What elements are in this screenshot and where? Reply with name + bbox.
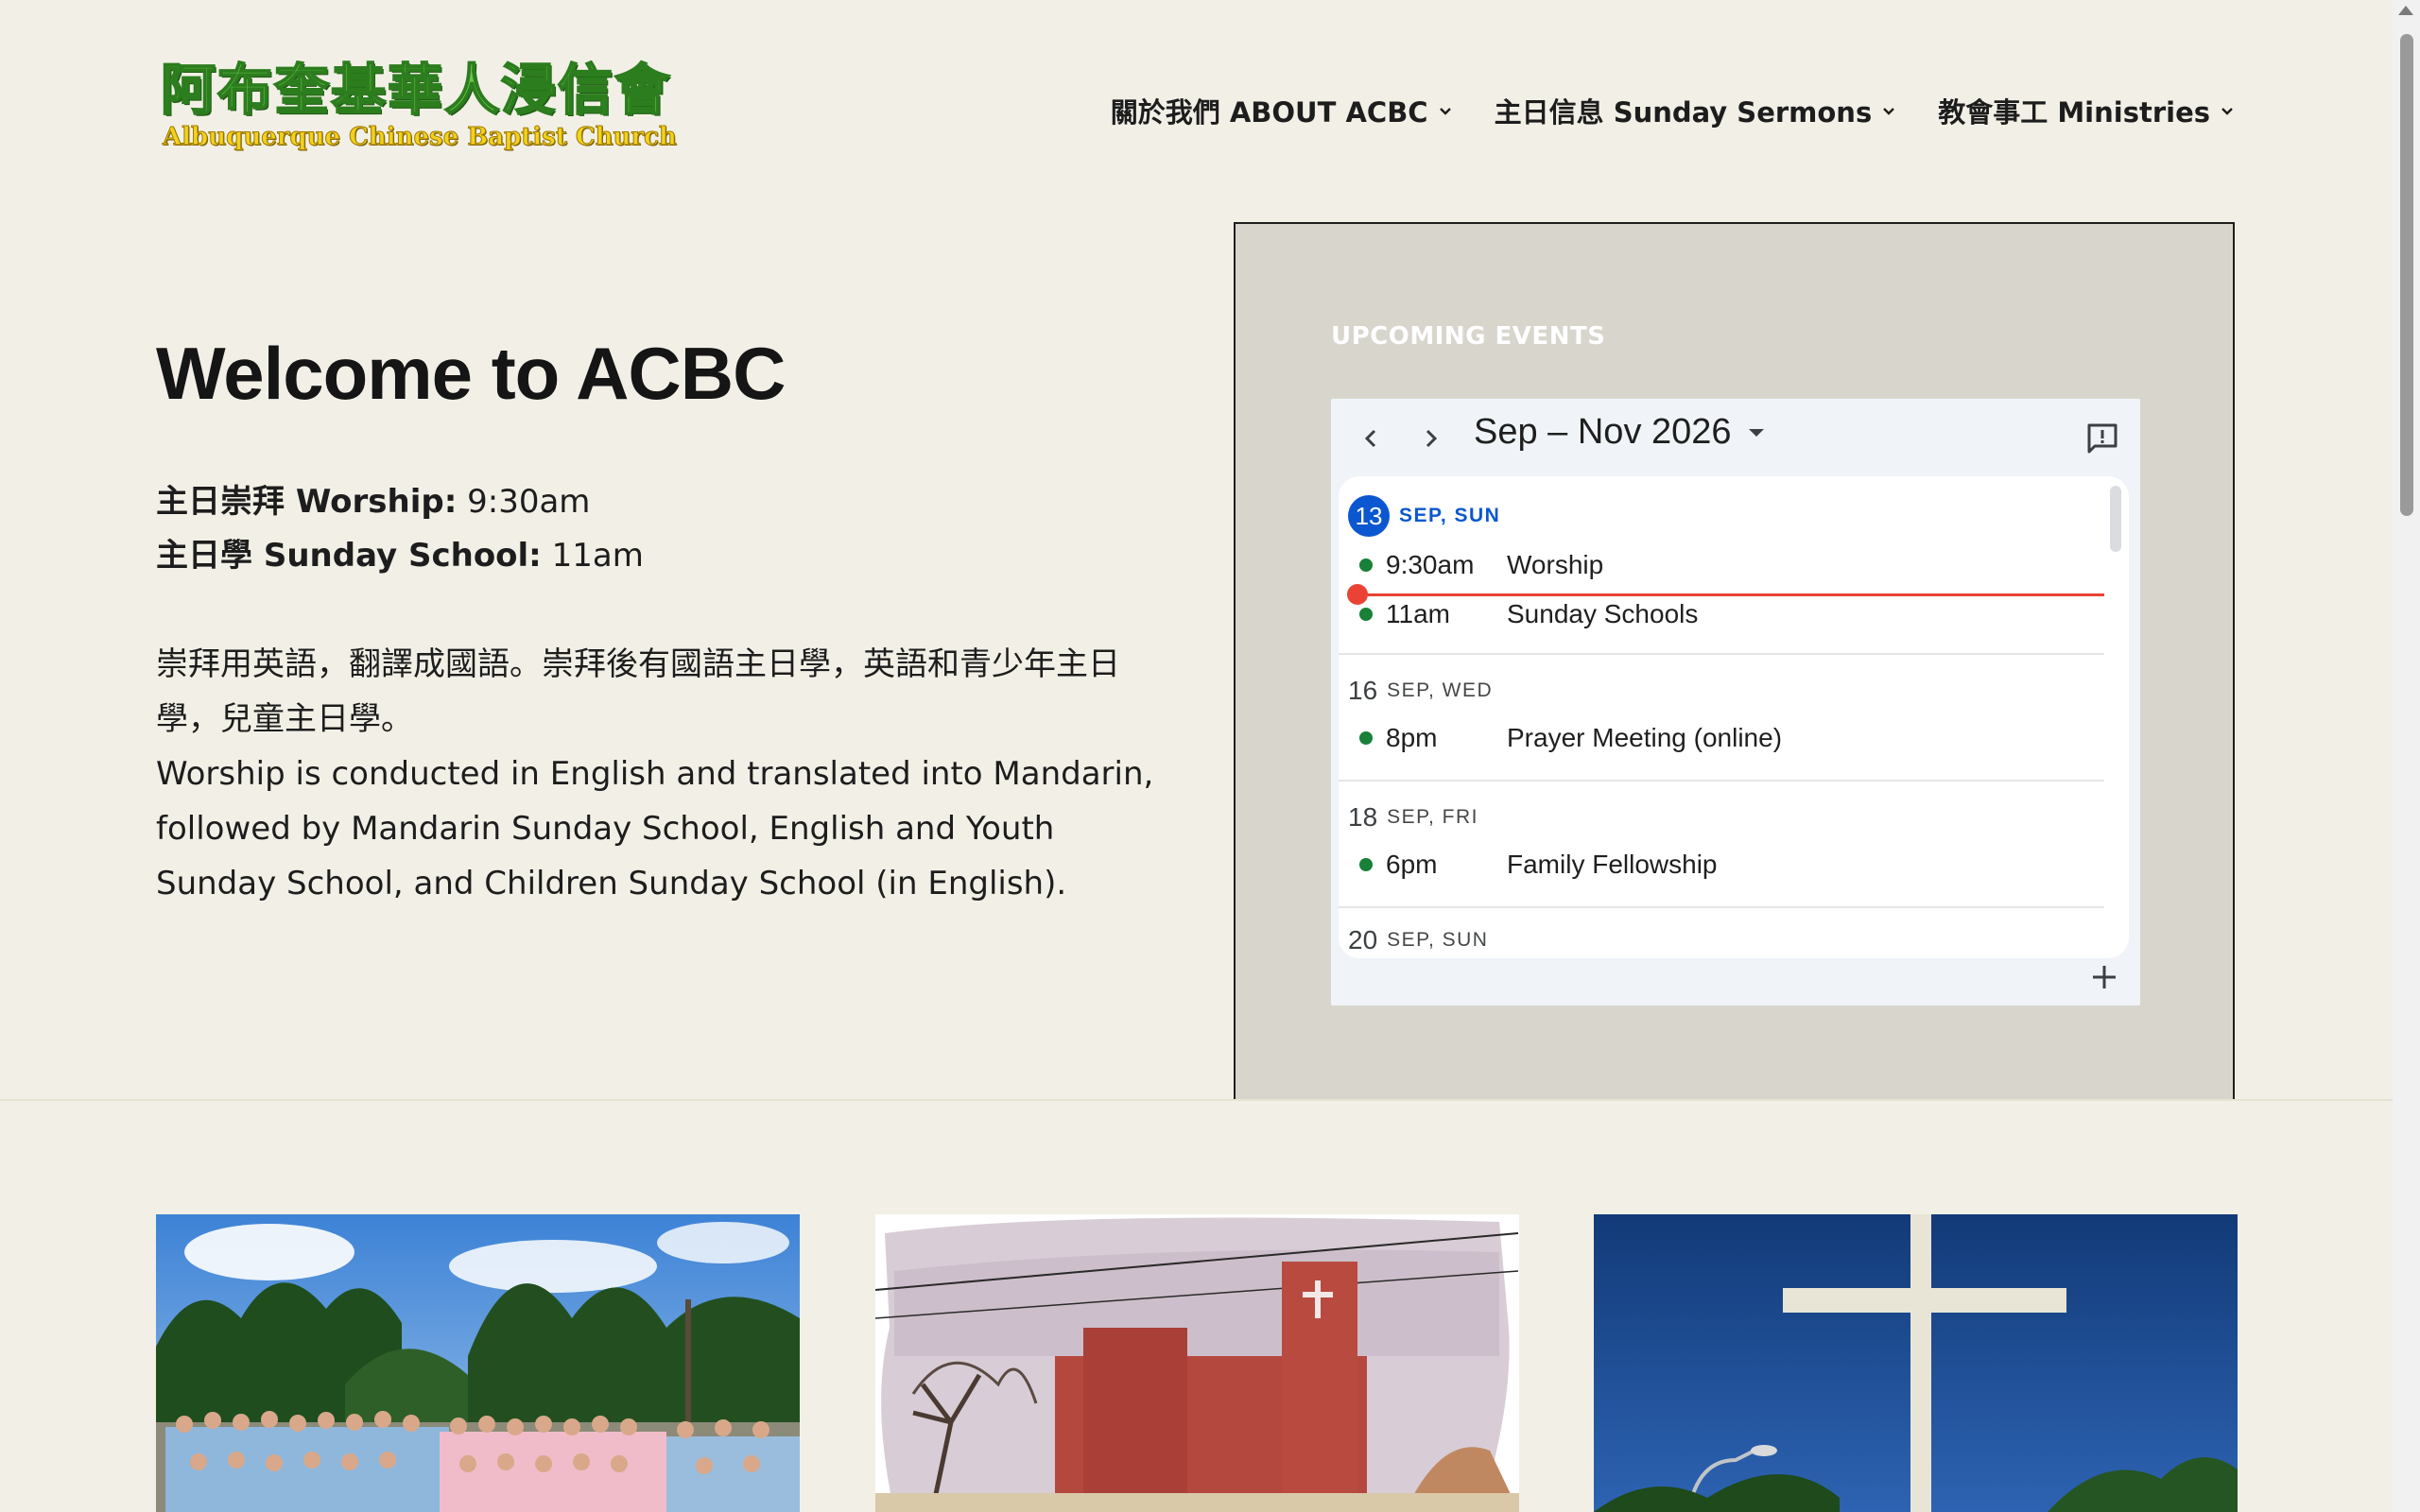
event-dot [1359,608,1373,621]
chevron-right-icon[interactable] [1416,423,1446,454]
sunday-school-time-line: 主日學 Sunday School: 11am [156,529,644,583]
thumbnail-group-photo[interactable] [156,1214,800,1512]
cross-image [1594,1214,2238,1512]
event-time: 11am [1386,599,1450,628]
calendar-event[interactable]: 9:30am Worship [1359,550,1603,580]
event-time: 6pm [1386,850,1438,879]
day-label: SEP, SUN [1399,505,1501,526]
nav-item-label: 關於我們 ABOUT ACBC [1110,96,1428,129]
event-title: Worship [1507,550,1604,579]
thumbnail-cross[interactable] [1594,1214,2238,1512]
agenda-day: 16 SEP, WED 8pm Prayer Meeting (online) [1339,655,2104,780]
day-header: 20 SEP, SUN [1348,925,1488,955]
nav-item-sermons[interactable]: 主日信息 Sunday Sermons [1495,91,1897,130]
agenda-day: 20 SEP, SUN [1339,908,2104,958]
calendar-event[interactable]: 8pm Prayer Meeting (online) [1359,723,1782,753]
sunday-school-label: 主日學 Sunday School: [156,537,542,575]
nav-item-label: 主日信息 Sunday Sermons [1494,96,1873,129]
chevron-down-icon [1883,108,1895,115]
church-building-image [875,1214,1519,1512]
upcoming-events-title: UPCOMING EVENTS [1331,322,1606,351]
calendar-agenda-list: 13 SEP, SUN 9:30am Worship 11am Sunday S… [1339,476,2129,958]
logo-chinese-name: 阿布奎基華人浸信會 [160,58,672,122]
nav-item-about[interactable]: 關於我們 ABOUT ACBC [1111,91,1453,130]
event-title: Family Fellowship [1507,850,1718,879]
site-header: 阿布奎基華人浸信會 Albuquerque Chinese Baptist Ch… [0,0,2393,189]
description-chinese: 崇拜用英語，翻譯成國語。崇拜後有國語主日學，英語和青少年主日學，兒童主日學。 [156,645,1120,738]
calendar-header: Sep – Nov 2026 [1331,399,2140,476]
event-dot [1359,558,1373,572]
day-label: SEP, SUN [1387,929,1489,951]
event-time: 9:30am [1386,550,1475,579]
day-number-today: 13 [1348,495,1390,537]
calendar-event[interactable]: 6pm Family Fellowship [1359,850,1718,880]
day-number: 20 [1348,925,1378,954]
chevron-down-icon [1439,108,1451,115]
caret-down-icon [1748,428,1764,437]
plus-icon[interactable] [2089,962,2119,992]
event-dot [1359,731,1373,745]
service-times: 主日崇拜 Worship: 9:30am 主日學 Sunday School: … [156,475,644,583]
description-english: Worship is conducted in English and tran… [156,755,1154,902]
worship-time: 9:30am [457,483,591,521]
nav-item-label: 教會事工 Ministries [1938,96,2210,129]
day-header: 13 SEP, SUN [1348,495,1500,537]
logo-english-name: Albuquerque Chinese Baptist Church [163,123,678,152]
current-time-indicator [1347,584,2104,605]
event-dot [1359,858,1373,871]
group-photo-image [156,1214,800,1512]
day-label: SEP, WED [1387,679,1494,701]
day-number: 16 [1348,676,1378,705]
scroll-up-arrow-icon[interactable] [2398,6,2413,15]
feedback-icon[interactable] [2083,420,2121,457]
service-description: 崇拜用英語，翻譯成國語。崇拜後有國語主日學，英語和青少年主日學，兒童主日學。 W… [156,637,1158,911]
page-title: Welcome to ACBC [156,332,786,415]
nav-item-ministries[interactable]: 教會事工 Ministries [1938,91,2235,130]
event-title: Sunday Schools [1507,599,1699,628]
upcoming-events-panel: UPCOMING EVENTS Sep – Nov 2026 13 SEP, S… [1234,222,2235,1100]
worship-label: 主日崇拜 Worship: [156,483,458,521]
calendar-scrollbar[interactable] [2110,486,2121,552]
site-logo[interactable]: 阿布奎基華人浸信會 Albuquerque Chinese Baptist Ch… [160,58,690,163]
main-nav: 關於我們 ABOUT ACBC 主日信息 Sunday Sermons 教會事工… [1111,91,2235,130]
page-scrollbar-thumb[interactable] [2400,34,2413,516]
agenda-day: 13 SEP, SUN 9:30am Worship 11am Sunday S… [1339,476,2104,652]
calendar-range-dropdown[interactable]: Sep – Nov 2026 [1474,412,1766,453]
calendar-event[interactable]: 11am Sunday Schools [1359,599,1698,629]
thumbnail-church-building[interactable] [875,1214,1519,1512]
sunday-school-time: 11am [541,537,644,575]
chevron-left-icon[interactable] [1356,423,1386,454]
page-scrollbar[interactable] [2393,0,2420,1512]
google-calendar-embed: Sep – Nov 2026 13 SEP, SUN 9:30am Worshi… [1331,399,2140,1005]
event-time: 8pm [1386,723,1438,752]
event-title: Prayer Meeting (online) [1507,723,1783,752]
section-divider [0,1099,2393,1101]
day-label: SEP, FRI [1387,806,1478,828]
day-number: 18 [1348,802,1378,832]
chevron-down-icon [2221,108,2233,115]
day-header: 16 SEP, WED [1348,676,1493,706]
agenda-day: 18 SEP, FRI 6pm Family Fellowship [1339,782,2104,906]
calendar-range-label: Sep – Nov 2026 [1474,412,1732,452]
worship-time-line: 主日崇拜 Worship: 9:30am [156,475,644,529]
day-header: 18 SEP, FRI [1348,802,1478,833]
